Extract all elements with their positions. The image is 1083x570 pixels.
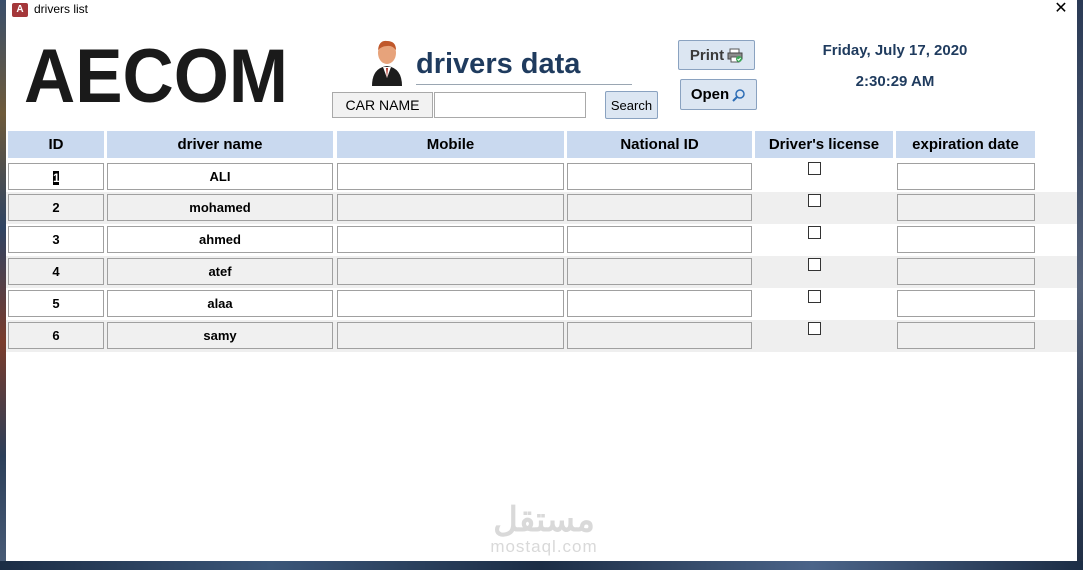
cell-national-id[interactable] <box>567 322 752 349</box>
open-button[interactable]: Open <box>680 79 757 110</box>
table-row: 6 samy <box>6 320 1077 352</box>
title-bar: A drivers list ✕ <box>6 0 1077 20</box>
cell-driver-name[interactable]: mohamed <box>107 194 333 221</box>
search-button-label: Search <box>610 97 653 113</box>
desktop-background-bottom <box>0 561 1083 570</box>
drivers-license-checkbox[interactable] <box>808 322 821 335</box>
drivers-list-window: A drivers list ✕ AECOM drivers data CAR … <box>6 0 1077 561</box>
current-date: Friday, July 17, 2020 <box>822 42 968 59</box>
cell-driver-name[interactable]: alaa <box>107 290 333 317</box>
drivers-license-checkbox[interactable] <box>808 162 821 175</box>
cell-national-id[interactable] <box>567 258 752 285</box>
access-app-icon: A <box>12 3 28 17</box>
printer-icon <box>727 48 743 62</box>
cell-id[interactable]: 1 <box>8 163 104 190</box>
cell-driver-name[interactable]: atef <box>107 258 333 285</box>
print-button[interactable]: Print <box>678 40 755 70</box>
cell-id[interactable]: 2 <box>8 194 104 221</box>
table-row: 2 mohamed <box>6 192 1077 224</box>
cell-driver-name[interactable]: samy <box>107 322 333 349</box>
form-title: drivers data <box>416 44 632 85</box>
window-title: drivers list <box>34 2 89 16</box>
cell-id[interactable]: 5 <box>8 290 104 317</box>
column-header-national-id[interactable]: National ID <box>567 131 752 158</box>
column-header-drivers-license[interactable]: Driver's license <box>755 131 893 158</box>
cell-id[interactable]: 6 <box>8 322 104 349</box>
aecom-logo: AECOM <box>24 42 288 112</box>
cell-id-value: 1 <box>53 170 60 185</box>
table-row: 4 atef <box>6 256 1077 288</box>
drivers-license-checkbox[interactable] <box>808 194 821 207</box>
cell-mobile[interactable] <box>337 258 564 285</box>
cell-mobile[interactable] <box>337 226 564 253</box>
cell-national-id[interactable] <box>567 194 752 221</box>
watermark-latin: mostaql.com <box>490 537 598 556</box>
cell-driver-name[interactable]: ahmed <box>107 226 333 253</box>
car-name-input[interactable] <box>434 92 586 118</box>
cell-mobile[interactable] <box>337 163 564 190</box>
cell-national-id[interactable] <box>567 163 752 190</box>
cell-expiration-date[interactable] <box>897 290 1035 317</box>
drivers-license-checkbox[interactable] <box>808 226 821 239</box>
cell-expiration-date[interactable] <box>897 226 1035 253</box>
cell-id[interactable]: 4 <box>8 258 104 285</box>
watermark-arabic: مستقل <box>493 501 595 539</box>
cell-expiration-date[interactable] <box>897 163 1035 190</box>
cell-id[interactable]: 3 <box>8 226 104 253</box>
table-row: 3 ahmed <box>6 224 1077 256</box>
magnifier-icon <box>732 88 745 102</box>
cell-expiration-date[interactable] <box>897 258 1035 285</box>
open-button-label: Open <box>690 86 730 103</box>
table-row: 5 alaa <box>6 288 1077 320</box>
current-time: 2:30:29 AM <box>855 73 935 90</box>
driver-person-icon <box>372 40 402 86</box>
cell-expiration-date[interactable] <box>897 194 1035 221</box>
cell-mobile[interactable] <box>337 322 564 349</box>
table-row: 1 ALI <box>6 160 1077 192</box>
close-icon[interactable]: ✕ <box>1051 0 1071 18</box>
cell-national-id[interactable] <box>567 290 752 317</box>
mostaql-watermark: مستقل mostaql.com <box>454 502 634 556</box>
print-button-label: Print <box>689 46 725 64</box>
logo-text: AECOM <box>24 42 288 112</box>
cell-mobile[interactable] <box>337 290 564 317</box>
column-header-mobile[interactable]: Mobile <box>337 131 564 158</box>
car-name-label: CAR NAME <box>332 92 433 118</box>
column-header-id[interactable]: ID <box>8 131 104 158</box>
cell-driver-name[interactable]: ALI <box>107 163 333 190</box>
column-header-driver-name[interactable]: driver name <box>107 131 333 158</box>
cell-expiration-date[interactable] <box>897 322 1035 349</box>
drivers-license-checkbox[interactable] <box>808 258 821 271</box>
desktop-background-right <box>1077 0 1083 570</box>
column-header-expiration-date[interactable]: expiration date <box>896 131 1035 158</box>
cell-national-id[interactable] <box>567 226 752 253</box>
drivers-license-checkbox[interactable] <box>808 290 821 303</box>
cell-mobile[interactable] <box>337 194 564 221</box>
search-button[interactable]: Search <box>605 91 658 119</box>
